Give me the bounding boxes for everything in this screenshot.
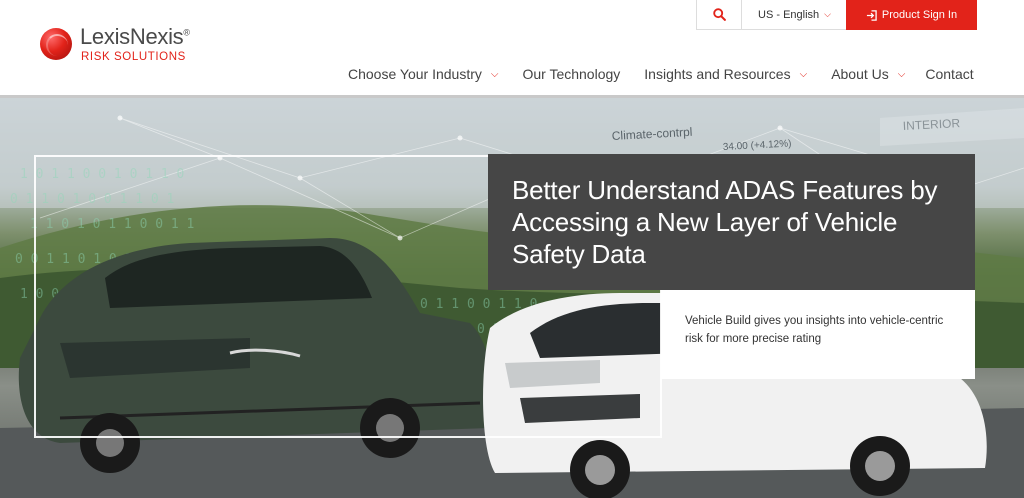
chevron-down-icon: ⌵ [897,68,906,80]
language-label: US - English [758,8,820,21]
nav-insights-and-resources[interactable]: Insights and Resources ⌵ [644,66,807,82]
logo-subline: RISK SOLUTIONS [81,51,186,63]
search-icon [712,8,726,21]
product-sign-in-label: Product Sign In [881,9,958,21]
logo-globe-icon [40,28,72,60]
logo-registered-mark: ® [183,27,190,38]
main-nav: Choose Your Industry ⌵ Our Technology In… [348,66,974,82]
search-button[interactable] [697,0,742,29]
chevron-down-icon: ⌵ [799,68,808,80]
hero-subtext-panel: Vehicle Build gives you insights into ve… [661,290,975,379]
nav-item-label: About Us [831,66,889,82]
lexisnexis-logo[interactable]: LexisNexis® RISK SOLUTIONS [38,24,208,68]
product-sign-in-button[interactable]: Product Sign In [846,0,977,30]
hero-headline: Better Understand ADAS Features by Acces… [512,175,938,269]
chevron-down-icon: ⌵ [824,9,831,19]
nav-our-technology[interactable]: Our Technology [522,66,620,82]
sign-in-icon [866,9,877,21]
hero-subtext: Vehicle Build gives you insights into ve… [685,315,944,345]
nav-item-label: Contact [925,66,974,82]
language-selector[interactable]: US - English ⌵ [742,0,847,29]
site-header: LexisNexis® RISK SOLUTIONS US - English … [0,0,1024,98]
nav-item-label: Choose Your Industry [348,66,482,82]
nav-about-us[interactable]: About Us ⌵ [831,66,905,82]
utility-bar: US - English ⌵ [696,0,848,30]
chevron-down-icon: ⌵ [490,68,499,80]
hero-banner: 1 0 1 1 0 0 1 0 1 1 0 0 1 1 0 1 0 0 1 1 … [0,98,1024,498]
nav-item-label: Insights and Resources [644,66,791,82]
nav-contact[interactable]: Contact [925,66,973,82]
nav-choose-your-industry[interactable]: Choose Your Industry ⌵ [348,66,498,82]
hero-headline-panel: Better Understand ADAS Features by Acces… [488,154,975,290]
logo-wordmark: LexisNexis [80,24,184,49]
nav-item-label: Our Technology [522,66,621,82]
